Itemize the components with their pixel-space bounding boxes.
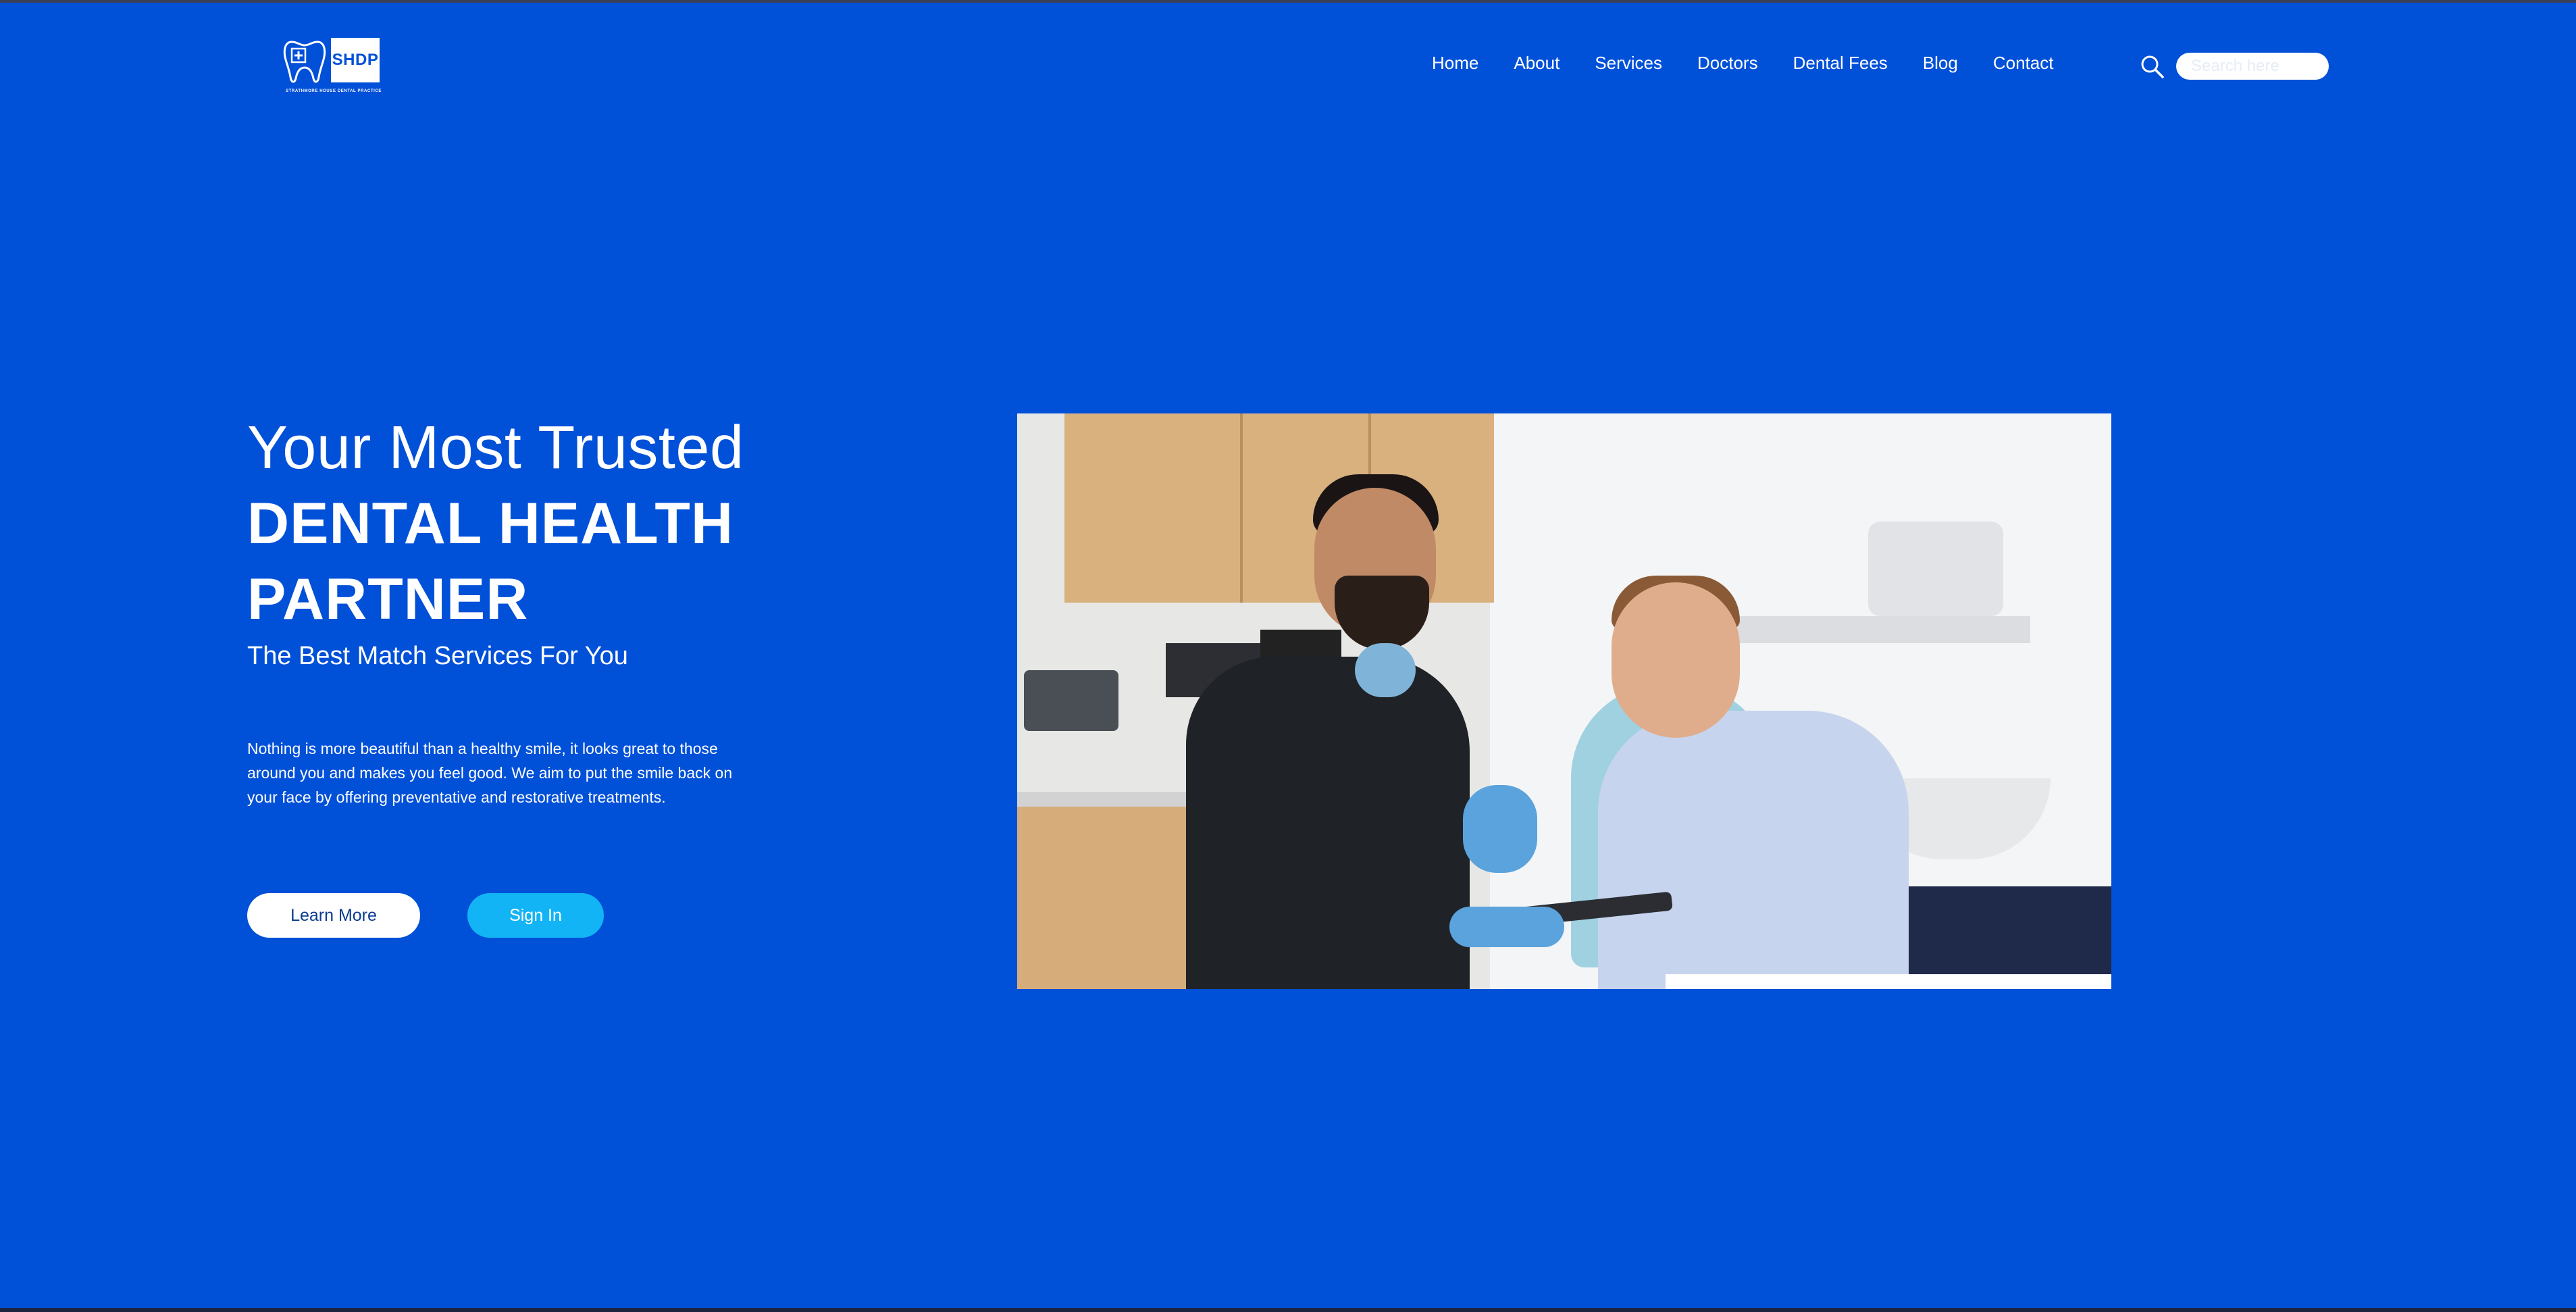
logo-badge: SHDP [331, 38, 380, 82]
hero-heading-bold-line1: DENTAL HEALTH [247, 491, 734, 556]
nav-dental-fees[interactable]: Dental Fees [1793, 53, 1888, 74]
sign-in-button[interactable]: Sign In [467, 893, 604, 938]
nav-contact[interactable]: Contact [1993, 53, 2054, 74]
page: SHDP STRATHMORE HOUSE DENTAL PRACTICE Ho… [0, 0, 2576, 1312]
search-icon[interactable] [2138, 53, 2165, 80]
hero-body-text: Nothing is more beautiful than a healthy… [247, 740, 733, 806]
learn-more-button[interactable]: Learn More [247, 893, 420, 938]
nav-home[interactable]: Home [1432, 53, 1478, 74]
nav-doctors[interactable]: Doctors [1697, 53, 1758, 74]
search-input[interactable] [2176, 53, 2329, 80]
hero-image [1017, 413, 2111, 989]
nav-about[interactable]: About [1514, 53, 1560, 74]
site-logo[interactable]: SHDP STRATHMORE HOUSE DENTAL PRACTICE [282, 35, 384, 103]
hero-heading-light: Your Most Trusted [247, 414, 744, 482]
tooth-icon [283, 41, 326, 83]
logo-tagline: STRATHMORE HOUSE DENTAL PRACTICE [286, 89, 382, 93]
nav-blog[interactable]: Blog [1923, 53, 1958, 74]
bottom-strip [0, 1308, 2576, 1312]
hero-heading-bold-line2: PARTNER [247, 567, 529, 632]
hero-subheading: The Best Match Services For You [247, 642, 628, 670]
nav-services[interactable]: Services [1595, 53, 1662, 74]
main-nav: Home About Services Doctors Dental Fees … [1432, 53, 2053, 74]
